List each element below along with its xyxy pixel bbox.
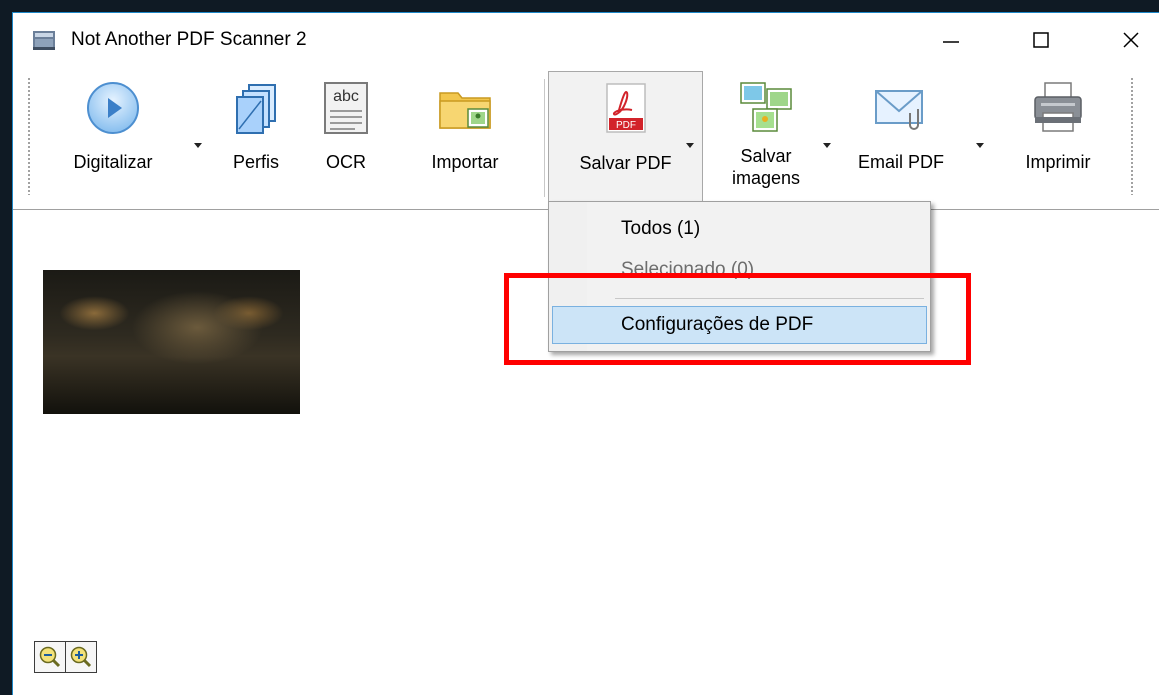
zoom-out-button[interactable]: [34, 641, 66, 673]
toolbar-end-grip[interactable]: [1130, 77, 1134, 195]
ocr-icon: abc: [324, 82, 368, 134]
ocr-button-label: OCR: [326, 152, 366, 172]
save-images-label-line2: imagens: [731, 168, 801, 188]
main-toolbar: Digitalizar Perfis abc OCR Importar PDF …: [13, 67, 1159, 210]
save-pdf-button[interactable]: PDF Salvar PDF: [548, 71, 703, 205]
print-button-label: Imprimir: [1025, 152, 1091, 172]
pdf-icon: PDF: [605, 83, 646, 133]
folder-icon: [439, 92, 491, 129]
zoom-in-icon: [70, 646, 92, 668]
scanner-app-icon: [33, 31, 55, 50]
maximize-button[interactable]: [1013, 13, 1069, 67]
email-icon: [875, 90, 923, 130]
annotation-highlight-box: [504, 273, 971, 365]
toolbar-grip-handle[interactable]: [27, 77, 31, 195]
minimize-icon: [943, 41, 959, 43]
ocr-button[interactable]: abc OCR: [313, 71, 379, 205]
minimize-button[interactable]: [923, 13, 979, 67]
pdf-icon-text: PDF: [616, 120, 636, 131]
close-button[interactable]: [1103, 13, 1159, 67]
menu-item-all-label: Todos (1): [621, 218, 701, 239]
save-images-button-label: Salvar imagens: [713, 145, 819, 189]
save-pdf-button-label: Salvar PDF: [579, 153, 672, 173]
profiles-button[interactable]: Perfis: [221, 71, 291, 205]
import-button[interactable]: Importar: [407, 71, 523, 205]
window-title: Not Another PDF Scanner 2: [71, 29, 307, 50]
menu-item-all[interactable]: Todos (1): [552, 210, 927, 248]
images-icon: [740, 82, 792, 132]
toolbar-separator: [544, 79, 545, 197]
email-pdf-button[interactable]: Email PDF: [841, 71, 961, 205]
profiles-icon: [236, 84, 276, 134]
zoom-out-icon: [39, 646, 61, 668]
email-pdf-button-label: Email PDF: [857, 152, 944, 172]
page-thumbnail[interactable]: [43, 270, 300, 414]
save-pdf-dropdown-arrow[interactable]: [686, 143, 694, 148]
title-bar: Not Another PDF Scanner 2: [13, 13, 1159, 67]
ocr-icon-text: abc: [333, 88, 359, 105]
play-icon: [87, 82, 139, 134]
scan-dropdown-arrow[interactable]: [194, 143, 202, 148]
maximize-icon: [1033, 32, 1049, 48]
save-images-dropdown-arrow[interactable]: [823, 143, 831, 148]
close-icon: [1123, 32, 1139, 48]
scan-button-label: Digitalizar: [73, 152, 153, 172]
save-images-button[interactable]: Salvar imagens: [713, 71, 819, 205]
import-button-label: Importar: [431, 152, 499, 172]
printer-icon: [1034, 82, 1082, 132]
profiles-button-label: Perfis: [232, 152, 279, 172]
zoom-in-button[interactable]: [65, 641, 97, 673]
email-pdf-dropdown-arrow[interactable]: [976, 143, 984, 148]
print-button[interactable]: Imprimir: [1001, 71, 1115, 205]
save-images-label-line1: Salvar: [740, 146, 792, 166]
scan-button[interactable]: Digitalizar: [49, 71, 177, 205]
